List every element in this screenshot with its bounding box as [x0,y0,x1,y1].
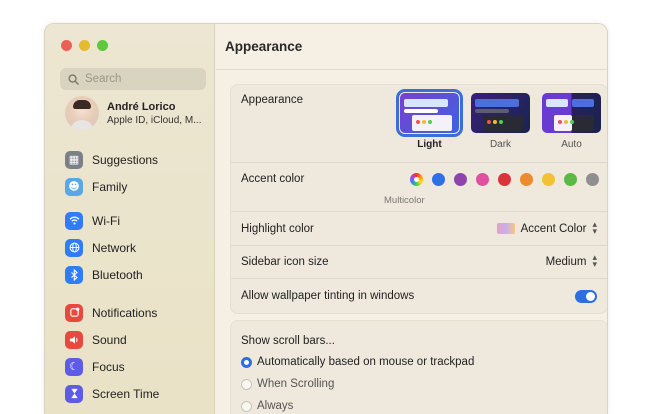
sidebar-item-label: Notifications [92,305,158,320]
highlight-color-row: Highlight color Accent Color ▴ ▾ [231,212,607,246]
accent-color-caption: Multicolor [384,195,425,206]
search-field[interactable] [60,68,206,90]
bluetooth-icon [65,265,83,284]
main-header: Appearance [216,24,607,70]
speaker-icon [65,330,83,349]
sidebar-icon-size-popup[interactable]: Medium ▴ ▾ [545,253,597,270]
highlight-color-label: Highlight color [241,222,314,235]
wallpaper-tinting-toggle[interactable] [575,289,597,303]
accent-swatch-orange[interactable] [520,173,533,186]
apple-id-profile[interactable]: André Lorico Apple ID, iCloud, M... [65,96,201,130]
highlight-color-value: Accent Color [520,222,587,235]
sidebar-item-focus[interactable]: ☾ Focus [65,353,159,380]
sidebar-group-notifications: Notifications Sound ☾ Focus Screen Time [65,299,159,407]
sidebar-item-network[interactable]: Network [65,234,143,261]
dark-preview [471,93,530,133]
accent-swatch-graphite[interactable] [586,173,599,186]
close-button[interactable] [61,40,72,51]
appearance-settings-group: Appearance Light Dark Auto Accent color … [230,84,607,314]
appearance-caption-auto: Auto [561,139,582,150]
sidebar-icon-size-value: Medium [545,256,587,268]
radio-button[interactable] [241,378,252,390]
appearance-label: Appearance [241,94,304,106]
sidebar-item-wifi[interactable]: Wi-Fi [65,207,143,234]
sidebar-icon-size-label: Sidebar icon size [241,256,329,268]
appearance-option-light[interactable]: Light [396,89,463,150]
scroll-option-always[interactable]: Always [231,395,607,414]
appearance-caption-light: Light [417,139,442,150]
minimize-button[interactable] [79,40,90,51]
sidebar-group-general: ▦ Suggestions ☻ Family [65,146,158,200]
sidebar-group-network: Wi-Fi Network Bluetooth [65,207,143,288]
avatar [65,96,99,130]
appearance-row: Appearance Light Dark Auto [231,85,607,163]
sidebar-item-sound[interactable]: Sound [65,326,159,353]
appearance-caption-dark: Dark [489,139,512,150]
accent-swatch-green[interactable] [564,173,577,186]
sidebar-item-label: Family [92,179,128,194]
radio-button[interactable] [241,400,252,412]
accent-color-label: Accent color [241,173,305,185]
main-pane: Appearance Appearance Light Dark Auto Ac… [216,24,607,414]
appearance-option-auto[interactable]: Auto [542,93,601,150]
scroll-option-label: Automatically based on mouse or trackpad [257,356,475,368]
light-preview [396,89,463,137]
radio-button-selected[interactable] [241,356,252,368]
wallpaper-tinting-label: Allow wallpaper tinting in windows [241,290,415,302]
scroll-option-label: When Scrolling [257,378,335,390]
sidebar-item-label: Screen Time [92,386,160,401]
scroll-option-label: Always [257,400,294,412]
highlight-color-swatch [496,223,515,234]
search-icon [68,73,79,85]
sidebar-item-screen-time[interactable]: Screen Time [65,380,159,407]
highlight-color-popup[interactable]: Accent Color ▴ ▾ [496,219,597,237]
settings-window: André Lorico Apple ID, iCloud, M... ▦ Su… [44,23,608,414]
sidebar-item-label: Network [92,240,137,255]
popup-arrows-icon: ▴ ▾ [592,219,597,237]
bell-icon [65,303,83,322]
popup-arrows-icon: ▴ ▾ [592,253,597,270]
accent-swatch-multicolor[interactable] [410,173,423,186]
zoom-button[interactable] [97,40,108,51]
scroll-option-when-scrolling[interactable]: When Scrolling [231,373,607,395]
sidebar: André Lorico Apple ID, iCloud, M... ▦ Su… [45,24,215,414]
sidebar-item-label: Sound [92,332,127,347]
accent-swatch-yellow[interactable] [542,173,555,186]
appearance-option-dark[interactable]: Dark [471,93,530,150]
sidebar-item-label: Bluetooth [92,267,143,282]
sidebar-item-suggestions[interactable]: ▦ Suggestions [65,146,158,173]
sidebar-item-label: Suggestions [92,152,159,167]
wifi-icon [65,211,83,230]
sidebar-item-bluetooth[interactable]: Bluetooth [65,261,143,288]
search-input[interactable] [85,73,195,85]
wallpaper-tinting-row: Allow wallpaper tinting in windows [231,279,607,313]
page-title: Appearance [225,39,303,54]
appearance-options: Light Dark Auto [396,89,601,150]
scroll-bars-label: Show scroll bars... [241,335,335,347]
accent-color-row: Accent color Multicolor [231,163,607,212]
sidebar-item-family[interactable]: ☻ Family [65,173,158,200]
profile-subtitle: Apple ID, iCloud, M... [107,114,202,126]
scroll-option-automatic[interactable]: Automatically based on mouse or trackpad [231,351,607,373]
globe-icon [65,238,83,257]
accent-swatch-pink[interactable] [476,173,489,186]
sidebar-item-label: Focus [92,359,125,374]
scroll-bars-group: Show scroll bars... Automatically based … [230,320,607,414]
auto-preview [542,93,601,133]
sidebar-item-label: Wi-Fi [92,213,120,228]
accent-swatch-purple[interactable] [454,173,467,186]
hourglass-icon [65,384,83,403]
accent-swatch-blue[interactable] [432,173,445,186]
window-controls [61,40,108,51]
suggestions-icon: ▦ [65,150,83,169]
family-icon: ☻ [65,177,83,196]
profile-name: André Lorico [107,100,176,113]
accent-swatch-red[interactable] [498,173,511,186]
sidebar-item-notifications[interactable]: Notifications [65,299,159,326]
accent-color-swatches [410,173,599,186]
sidebar-icon-size-row: Sidebar icon size Medium ▴ ▾ [231,246,607,279]
moon-icon: ☾ [65,357,83,376]
